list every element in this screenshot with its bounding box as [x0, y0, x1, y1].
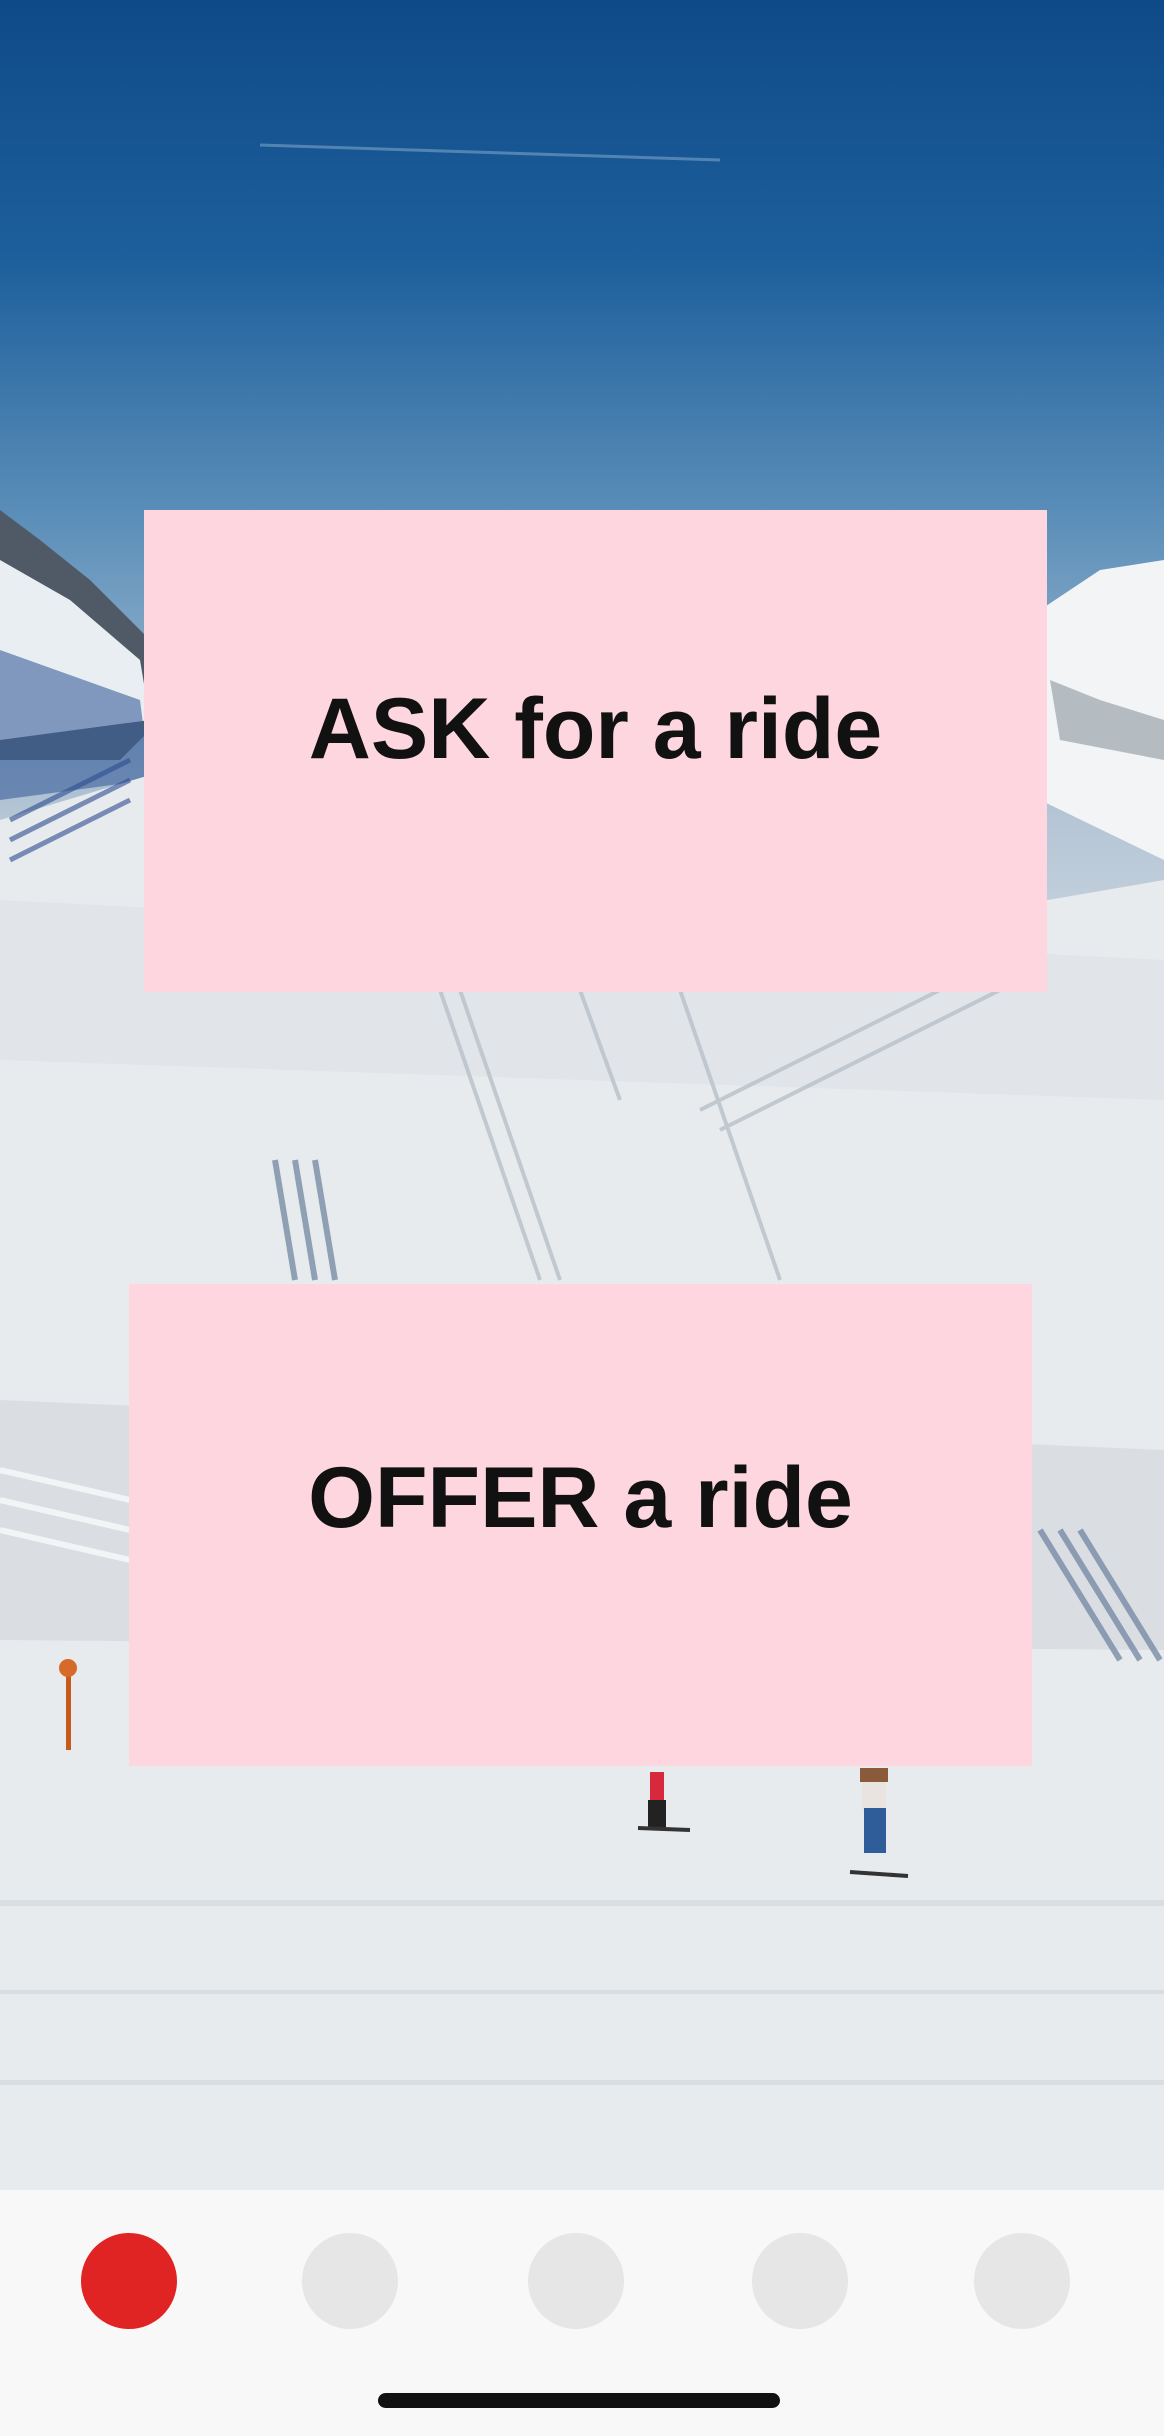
tab-1[interactable] — [81, 2233, 177, 2329]
offer-ride-button[interactable]: OFFER a ride — [129, 1284, 1032, 1766]
home-indicator — [378, 2393, 780, 2408]
offer-ride-label: OFFER a ride — [308, 1450, 853, 1546]
ask-for-ride-label: ASK for a ride — [308, 681, 883, 777]
tab-4[interactable] — [752, 2233, 848, 2329]
tab-3[interactable] — [528, 2233, 624, 2329]
tab-2[interactable] — [302, 2233, 398, 2329]
ski-slope-illustration — [0, 143, 1164, 2190]
tab-5[interactable] — [974, 2233, 1070, 2329]
background-image — [0, 0, 1164, 2190]
ask-for-ride-button[interactable]: ASK for a ride — [144, 510, 1047, 992]
